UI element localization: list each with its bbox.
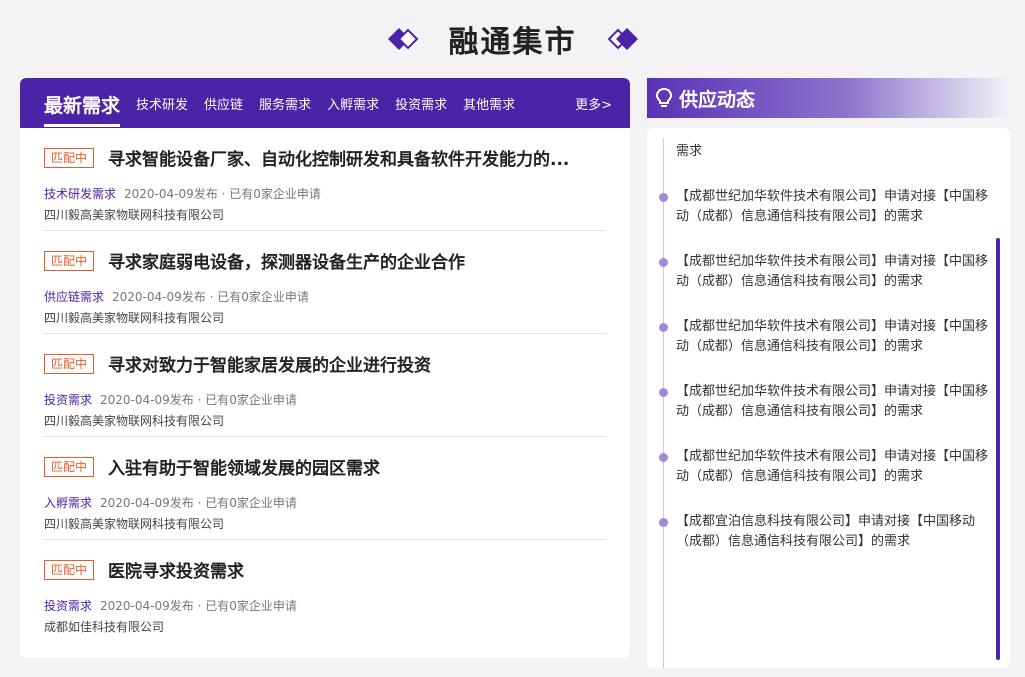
demand-company: 四川毅高美家物联网科技有限公司 xyxy=(44,414,225,428)
more-link[interactable]: 更多> xyxy=(575,94,612,113)
list-item[interactable]: 【成都宜泊信息科技有限公司】申请对接【中国移动（成都）信息通信科技有限公司】的需… xyxy=(647,512,992,552)
tab-supply-chain[interactable]: 供应链 xyxy=(204,94,243,113)
list-item[interactable]: 【成都世纪加华软件技术有限公司】申请对接【中国移动（成都）信息通信科技有限公司】… xyxy=(647,252,992,292)
list-item[interactable]: 【成都世纪加华软件技术有限公司】申请对接【中国移动（成都）信息通信科技有限公司】… xyxy=(647,382,992,422)
tab-service-demand[interactable]: 服务需求 xyxy=(259,94,311,113)
lightbulb-icon xyxy=(655,87,673,109)
demand-title[interactable]: 寻求家庭弱电设备，探测器设备生产的企业合作 xyxy=(108,248,465,273)
tab-investment-demand[interactable]: 投资需求 xyxy=(395,94,447,113)
list-item[interactable]: 【成都世纪加华软件技术有限公司】申请对接【中国移动（成都）信息通信科技有限公司】… xyxy=(647,447,992,487)
list-item[interactable]: 【成都世纪加华软件技术有限公司】申请对接【中国移动（成都）信息通信科技有限公司】… xyxy=(647,187,992,227)
demand-date: 2020-04-09发布 · 已有0家企业申请 xyxy=(100,393,297,407)
status-badge: 匹配中 xyxy=(44,250,95,271)
section-header: 融通集市 xyxy=(0,0,1025,78)
demand-category: 技术研发需求 xyxy=(44,187,117,201)
feed-text: 【成都世纪加华软件技术有限公司】申请对接【中国移动（成都）信息通信科技有限公司】… xyxy=(676,319,989,354)
list-item[interactable]: 匹配中 寻求家庭弱电设备，探测器设备生产的企业合作 供应链需求 2020-04-0… xyxy=(44,231,606,334)
demand-meta: 技术研发需求 2020-04-09发布 · 已有0家企业申请 xyxy=(44,185,606,202)
demand-company: 四川毅高美家物联网科技有限公司 xyxy=(44,311,225,325)
status-badge: 匹配中 xyxy=(44,147,95,168)
supply-header: 供应动态 xyxy=(647,78,1010,118)
timeline-dot xyxy=(659,518,668,527)
demand-company: 四川毅高美家物联网科技有限公司 xyxy=(44,208,225,222)
demand-meta: 入孵需求 2020-04-09发布 · 已有0家企业申请 xyxy=(44,494,606,511)
list-item[interactable]: 匹配中 医院寻求投资需求 投资需求 2020-04-09发布 · 已有0家企业申请… xyxy=(44,540,606,643)
feed-text: 【成都世纪加华软件技术有限公司】申请对接【中国移动（成都）信息通信科技有限公司】… xyxy=(676,449,989,484)
demand-category: 投资需求 xyxy=(44,599,93,613)
tab-latest-demand[interactable]: 最新需求 xyxy=(44,89,121,127)
feed-text: 【成都宜泊信息科技有限公司】申请对接【中国移动（成都）信息通信科技有限公司】的需… xyxy=(676,514,976,549)
demand-title[interactable]: 寻求智能设备厂家、自动化控制研发和具备软件开发能力的... xyxy=(108,145,569,170)
feed-text: 【成都世纪加华软件技术有限公司】申请对接【中国移动（成都）信息通信科技有限公司】… xyxy=(676,189,989,224)
list-item[interactable]: 匹配中 入驻有助于智能领域发展的园区需求 入孵需求 2020-04-09发布 · … xyxy=(44,437,606,540)
demand-date: 2020-04-09发布 · 已有0家企业申请 xyxy=(100,496,297,510)
demand-list: 匹配中 寻求智能设备厂家、自动化控制研发和具备软件开发能力的... 技术研发需求… xyxy=(20,128,630,643)
demand-category: 入孵需求 xyxy=(44,496,93,510)
timeline-dot xyxy=(659,453,668,462)
status-badge: 匹配中 xyxy=(44,559,95,580)
tab-other-demand[interactable]: 其他需求 xyxy=(463,94,515,113)
feed-text: 【成都世纪加华软件技术有限公司】申请对接【中国移动（成都）信息通信科技有限公司】… xyxy=(676,254,989,289)
status-badge: 匹配中 xyxy=(44,353,95,374)
list-item[interactable]: 【成都世纪加华软件技术有限公司】申请对接【中国移动（成都）信息通信科技有限公司】… xyxy=(647,317,992,357)
timeline-dot xyxy=(659,323,668,332)
feed-text: 【成都世纪加华软件技术有限公司】申请对接【中国移动（成都）信息通信科技有限公司】… xyxy=(676,384,989,419)
feed-text: 需求 xyxy=(676,144,703,159)
timeline-dot xyxy=(659,193,668,202)
demand-category: 供应链需求 xyxy=(44,290,105,304)
page-title: 融通集市 xyxy=(448,25,577,60)
supply-title: 供应动态 xyxy=(679,88,756,111)
demand-date: 2020-04-09发布 · 已有0家企业申请 xyxy=(112,290,309,304)
demand-tabbar: 最新需求 技术研发 供应链 服务需求 入孵需求 投资需求 其他需求 更多> xyxy=(20,78,630,128)
supply-feed-panel: 需求 【成都世纪加华软件技术有限公司】申请对接【中国移动（成都）信息通信科技有限… xyxy=(647,128,1010,668)
diamond-right-icon xyxy=(605,27,639,51)
feed-item-partial: 需求 xyxy=(647,128,992,162)
timeline-dot xyxy=(659,258,668,267)
demand-title[interactable]: 入驻有助于智能领域发展的园区需求 xyxy=(108,454,380,479)
demand-title[interactable]: 寻求对致力于智能家居发展的企业进行投资 xyxy=(108,351,431,376)
timeline-dot xyxy=(659,388,668,397)
demand-panel: 最新需求 技术研发 供应链 服务需求 入孵需求 投资需求 其他需求 更多> 匹配… xyxy=(20,78,630,658)
list-item[interactable]: 匹配中 寻求智能设备厂家、自动化控制研发和具备软件开发能力的... 技术研发需求… xyxy=(44,128,606,231)
tab-incubation-demand[interactable]: 入孵需求 xyxy=(327,94,379,113)
tab-tech-rd[interactable]: 技术研发 xyxy=(136,94,188,113)
status-badge: 匹配中 xyxy=(44,456,95,477)
demand-meta: 供应链需求 2020-04-09发布 · 已有0家企业申请 xyxy=(44,288,606,305)
demand-meta: 投资需求 2020-04-09发布 · 已有0家企业申请 xyxy=(44,391,606,408)
scrollbar[interactable] xyxy=(996,238,1000,660)
demand-company: 成都如佳科技有限公司 xyxy=(44,620,165,634)
diamond-left-icon xyxy=(387,27,421,51)
demand-title[interactable]: 医院寻求投资需求 xyxy=(108,557,244,582)
demand-company: 四川毅高美家物联网科技有限公司 xyxy=(44,517,225,531)
supply-feed-list: 需求 【成都世纪加华软件技术有限公司】申请对接【中国移动（成都）信息通信科技有限… xyxy=(647,128,992,552)
demand-meta: 投资需求 2020-04-09发布 · 已有0家企业申请 xyxy=(44,597,606,614)
demand-category: 投资需求 xyxy=(44,393,93,407)
demand-date: 2020-04-09发布 · 已有0家企业申请 xyxy=(100,599,297,613)
list-item[interactable]: 匹配中 寻求对致力于智能家居发展的企业进行投资 投资需求 2020-04-09发布… xyxy=(44,334,606,437)
demand-date: 2020-04-09发布 · 已有0家企业申请 xyxy=(124,187,321,201)
